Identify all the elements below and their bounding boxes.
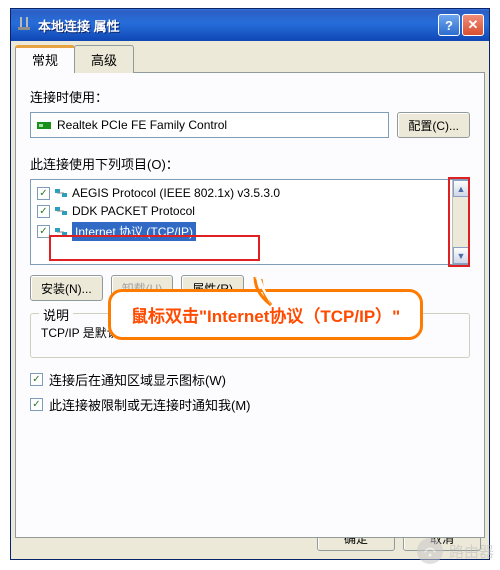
scroll-track[interactable] <box>453 197 469 247</box>
list-item-label: DDK PACKET Protocol <box>72 204 195 218</box>
adapter-row: Realtek PCIe FE Family Control 配置(C)... <box>30 112 470 138</box>
checkbox[interactable]: ✓ <box>30 373 43 386</box>
show-icon-row[interactable]: ✓ 连接后在通知区域显示图标(W) <box>30 370 470 389</box>
tab-advanced[interactable]: 高级 <box>74 45 134 73</box>
scroll-down-button[interactable]: ▼ <box>453 247 469 264</box>
watermark: 路由器 <box>417 538 494 564</box>
callout-tail <box>251 275 295 307</box>
protocol-icon <box>54 226 68 238</box>
list-content: ✓ AEGIS Protocol (IEEE 802.1x) v3.5.3.0 … <box>31 180 452 264</box>
scroll-up-button[interactable]: ▲ <box>453 180 469 197</box>
help-button[interactable]: ? <box>438 14 460 36</box>
list-item[interactable]: ✓ Internet 协议 (TCP/IP) <box>35 220 448 243</box>
tab-strip: 常规 高级 <box>15 45 485 73</box>
adapter-label: 连接时使用： <box>30 87 470 106</box>
tab-general[interactable]: 常规 <box>15 45 75 73</box>
checkbox[interactable]: ✓ <box>37 187 50 200</box>
components-listbox: ✓ AEGIS Protocol (IEEE 802.1x) v3.5.3.0 … <box>30 179 470 265</box>
list-item[interactable]: ✓ AEGIS Protocol (IEEE 802.1x) v3.5.3.0 <box>35 184 448 202</box>
adapter-field[interactable]: Realtek PCIe FE Family Control <box>30 112 389 138</box>
callout-text: 鼠标双击"Internet协议（TCP/IP）" <box>131 307 400 326</box>
protocol-icon <box>54 205 68 217</box>
properties-window: 本地连接 属性 ? ✕ 常规 高级 连接时使用： Realtek PCIe FE… <box>10 8 490 560</box>
network-icon <box>16 17 32 33</box>
title-bar[interactable]: 本地连接 属性 ? ✕ <box>11 9 489 41</box>
list-item-label: Internet 协议 (TCP/IP) <box>72 222 196 241</box>
components-label: 此连接使用下列项目(O)： <box>30 154 470 173</box>
nic-icon <box>37 119 51 131</box>
show-icon-label: 连接后在通知区域显示图标(W) <box>49 370 226 389</box>
install-button[interactable]: 安装(N)... <box>30 275 103 301</box>
list-item[interactable]: ✓ DDK PACKET Protocol <box>35 202 448 220</box>
protocol-icon <box>54 187 68 199</box>
checkbox[interactable]: ✓ <box>37 225 50 238</box>
list-item-label: AEGIS Protocol (IEEE 802.1x) v3.5.3.0 <box>72 186 280 200</box>
title-buttons: ? ✕ <box>438 14 484 36</box>
watermark-text: 路由器 <box>449 541 494 562</box>
configure-button[interactable]: 配置(C)... <box>397 112 470 138</box>
close-button[interactable]: ✕ <box>462 14 484 36</box>
notify-label: 此连接被限制或无连接时通知我(M) <box>49 395 251 414</box>
checkbox[interactable]: ✓ <box>30 398 43 411</box>
description-legend: 说明 <box>39 305 73 324</box>
adapter-name: Realtek PCIe FE Family Control <box>57 118 227 132</box>
notify-row[interactable]: ✓ 此连接被限制或无连接时通知我(M) <box>30 395 470 414</box>
window-title: 本地连接 属性 <box>38 16 438 35</box>
scrollbar[interactable]: ▲ ▼ <box>452 180 469 264</box>
watermark-icon <box>417 538 443 564</box>
checkbox[interactable]: ✓ <box>37 205 50 218</box>
